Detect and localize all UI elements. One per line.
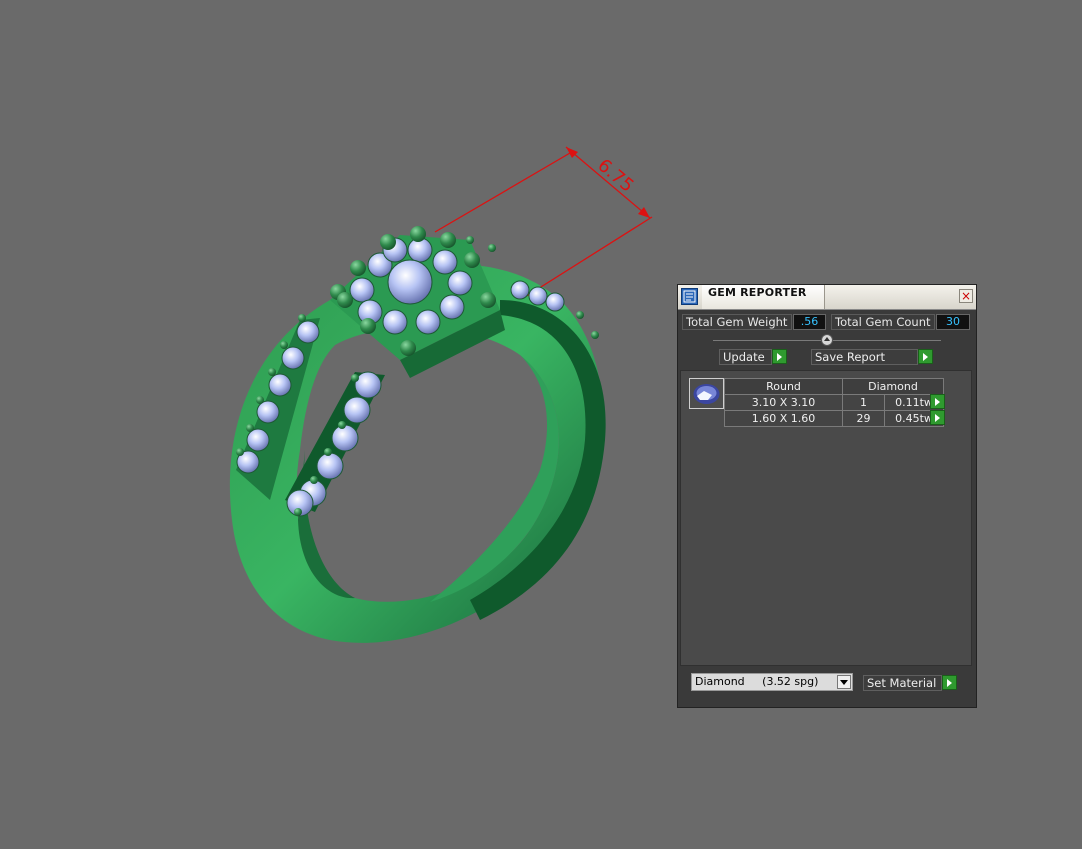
close-icon[interactable]: × — [959, 289, 973, 303]
prong — [488, 244, 496, 252]
side-gem — [256, 400, 280, 424]
channel-gem — [331, 424, 359, 452]
set-material-button[interactable]: Set Material — [863, 675, 942, 691]
row-1-select-button[interactable] — [930, 394, 945, 409]
prong — [400, 340, 416, 356]
side-gem — [545, 292, 565, 312]
side-gem — [246, 428, 270, 452]
row-2-select-button[interactable] — [930, 410, 945, 425]
side-gem — [510, 280, 530, 300]
prong — [576, 311, 584, 319]
prong — [280, 341, 288, 349]
dimension-label: 6.75 — [593, 155, 637, 197]
prong — [351, 374, 359, 382]
save-report-go-icon[interactable] — [918, 349, 933, 364]
ring-model[interactable]: 6.75 — [229, 146, 653, 643]
prong — [591, 331, 599, 339]
material-bar: Diamond (3.52 spg) Set Material — [680, 668, 974, 705]
prong — [236, 448, 244, 456]
round-gem-icon — [689, 378, 724, 409]
prong — [380, 234, 396, 250]
prong — [246, 424, 254, 432]
material-select-value: Diamond (3.52 spg) — [695, 675, 819, 688]
gem-count: 1 — [841, 394, 886, 411]
update-button[interactable]: Update — [719, 349, 772, 365]
prong — [256, 396, 264, 404]
table-row: 1.60 X 1.60 29 0.45tw — [724, 410, 944, 427]
channel-gem — [343, 396, 371, 424]
prong — [294, 508, 302, 516]
prong — [298, 314, 306, 322]
prong — [350, 260, 366, 276]
material-header: Diamond — [842, 378, 944, 395]
halo-gem — [439, 294, 465, 320]
gem-reporter-app-icon — [681, 288, 698, 305]
collapse-toggle-icon[interactable] — [821, 334, 833, 346]
panel-titlebar[interactable]: GEM REPORTER × — [678, 285, 976, 310]
halo-gem — [382, 309, 408, 335]
shape-header: Round — [724, 378, 843, 395]
prong — [440, 232, 456, 248]
prong — [480, 292, 496, 308]
prong — [338, 421, 346, 429]
center-gem — [387, 259, 433, 305]
side-gem — [296, 320, 320, 344]
prong — [268, 368, 276, 376]
halo-gem — [447, 270, 473, 296]
side-gem — [528, 286, 548, 306]
material-select[interactable]: Diamond (3.52 spg) — [691, 673, 853, 691]
halo-gem — [432, 249, 458, 275]
prong — [464, 252, 480, 268]
gem-count: 29 — [841, 410, 886, 427]
prong — [324, 448, 332, 456]
side-gem — [281, 346, 305, 370]
gem-size: 1.60 X 1.60 — [724, 410, 843, 427]
halo-gem — [415, 309, 441, 335]
gem-table: Round Diamond 3.10 X 3.10 1 0.11tw 1.60 … — [724, 378, 944, 427]
prong — [310, 476, 318, 484]
channel-gem — [354, 371, 382, 399]
table-row: 3.10 X 3.10 1 0.11tw — [724, 394, 944, 411]
prong — [337, 292, 353, 308]
panel-title: GEM REPORTER — [708, 286, 807, 299]
prong — [410, 226, 426, 242]
total-gem-count-label: Total Gem Count — [831, 314, 935, 330]
channel-gem — [316, 452, 344, 480]
side-gem — [268, 373, 292, 397]
gem-reporter-panel: GEM REPORTER × Total Gem Weight .56 Tota… — [677, 284, 977, 708]
halo-gem — [349, 277, 375, 303]
total-gem-weight-label: Total Gem Weight — [682, 314, 792, 330]
gem-size: 3.10 X 3.10 — [724, 394, 843, 411]
save-report-button[interactable]: Save Report — [811, 349, 918, 365]
set-material-go-icon[interactable] — [942, 675, 957, 690]
chevron-down-icon[interactable] — [837, 675, 851, 689]
gem-report-area: Round Diamond 3.10 X 3.10 1 0.11tw 1.60 … — [680, 370, 972, 666]
prong — [466, 236, 474, 244]
total-gem-weight-value: .56 — [793, 314, 826, 330]
total-gem-count-value: 30 — [936, 314, 970, 330]
prong — [360, 318, 376, 334]
update-go-icon[interactable] — [772, 349, 787, 364]
